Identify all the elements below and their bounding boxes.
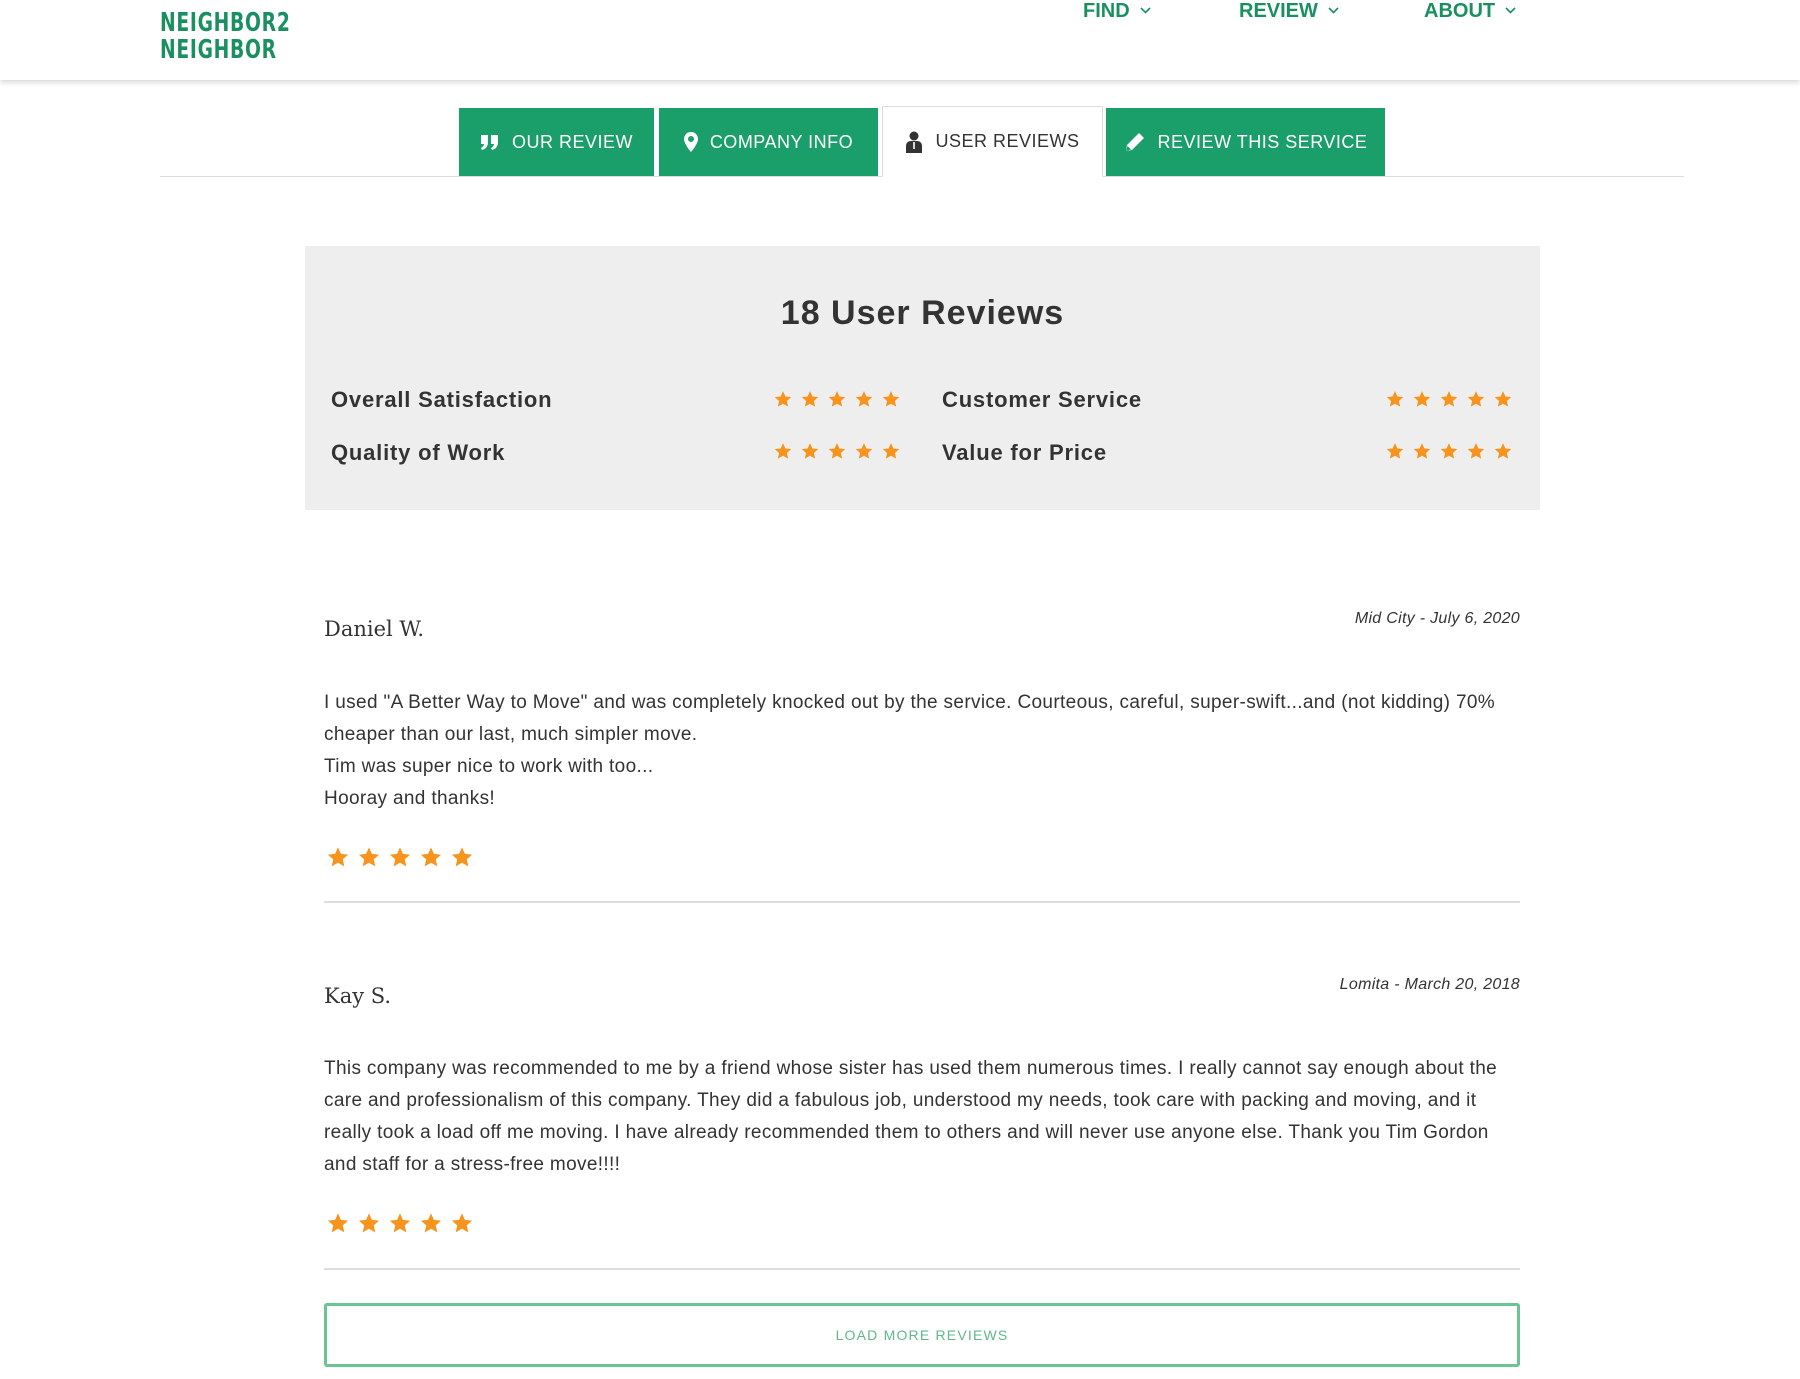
chevron-down-icon [1328, 3, 1339, 17]
review-text-line: This company was recommended to me by a … [324, 1058, 1498, 1175]
map-pin-icon [683, 132, 698, 152]
star-icon [828, 443, 846, 459]
star-icon [389, 847, 411, 867]
star-icon [882, 443, 900, 459]
star-icon [1413, 391, 1431, 407]
star-icon [327, 1213, 349, 1233]
nav-about[interactable]: ABOUT [1424, 0, 1516, 23]
star-icon [1386, 391, 1404, 407]
review-location-date: Mid City - July 6, 2020 [1354, 610, 1520, 627]
star-icon [774, 443, 792, 459]
star-icon [1494, 443, 1512, 459]
rating-label-quality-of-work: Quality of Work [331, 440, 506, 465]
rating-label-customer-service: Customer Service [942, 387, 1142, 412]
review-location-date: Lomita - March 20, 2018 [1339, 976, 1520, 993]
reviewer-name: Kay S. [324, 984, 392, 1008]
nav-find-label: FIND [1083, 0, 1130, 22]
star-icon [420, 847, 442, 867]
rating-stars-quality-of-work [774, 442, 900, 460]
load-more-reviews-button[interactable]: LOAD MORE REVIEWS [324, 1303, 1520, 1367]
star-icon [389, 1213, 411, 1233]
star-icon [774, 391, 792, 407]
nav-review[interactable]: REVIEW [1239, 0, 1339, 23]
star-icon [855, 443, 873, 459]
chevron-down-icon [1140, 3, 1151, 17]
review-text-line: Tim was super nice to work with too... [324, 756, 654, 777]
review-stars [327, 1212, 473, 1234]
star-icon [1467, 391, 1485, 407]
chevron-down-icon [1505, 3, 1516, 17]
pencil-icon [1124, 131, 1146, 153]
tab-user-reviews[interactable]: USER REVIEWS [882, 106, 1103, 177]
star-icon [801, 391, 819, 407]
review-stars [327, 846, 473, 868]
user-icon [905, 131, 923, 153]
star-icon [855, 391, 873, 407]
star-icon [1440, 443, 1458, 459]
tab-review-this-service-label: REVIEW THIS SERVICE [1157, 131, 1368, 152]
tab-user-reviews-label: USER REVIEWS [935, 131, 1080, 151]
star-icon [1494, 391, 1512, 407]
star-icon [1413, 443, 1431, 459]
review-text-line: Hooray and thanks! [324, 788, 496, 809]
review-divider [324, 1268, 1520, 1270]
site-header: NEIGHBOR2 NEIGHBOR FIND REVIEW ABOUT [0, 0, 1800, 80]
tab-company-info-label: COMPANY INFO [709, 131, 854, 152]
tab-our-review[interactable]: OUR REVIEW [459, 108, 654, 176]
ratings-summary: 18 User Reviews Overall Satisfaction Cus… [305, 246, 1540, 510]
reviews-count-title: 18 User Reviews [780, 294, 1065, 332]
star-icon [828, 391, 846, 407]
star-icon [1386, 443, 1404, 459]
star-icon [451, 847, 473, 867]
logo-superscript: 2 [276, 8, 291, 38]
review-divider [324, 901, 1520, 903]
star-icon [327, 847, 349, 867]
rating-label-value-for-price: Value for Price [942, 440, 1107, 465]
review-text: This company was recommended to me by a … [324, 1053, 1524, 1181]
reviewer-name: Daniel W. [324, 617, 425, 641]
star-icon [1440, 391, 1458, 407]
star-icon [358, 847, 380, 867]
review-text-line: I used "A Better Way to Move" and was co… [324, 692, 1496, 745]
tab-company-info[interactable]: COMPANY INFO [659, 108, 878, 176]
logo-text-line1: NEIGHBOR [160, 8, 277, 38]
rating-label-overall-satisfaction: Overall Satisfaction [331, 387, 553, 412]
star-icon [420, 1213, 442, 1233]
rating-stars-customer-service [1386, 390, 1512, 408]
rating-stars-overall-satisfaction [774, 390, 900, 408]
logo-text-line2: NEIGHBOR [160, 35, 277, 65]
star-icon [882, 391, 900, 407]
nav-about-label: ABOUT [1424, 0, 1496, 22]
star-icon [358, 1213, 380, 1233]
star-icon [451, 1213, 473, 1233]
tab-our-review-label: OUR REVIEW [511, 131, 633, 152]
nav-find[interactable]: FIND [1083, 0, 1151, 23]
rating-stars-value-for-price [1386, 442, 1512, 460]
site-logo[interactable]: NEIGHBOR2 NEIGHBOR [160, 10, 290, 66]
review-text: I used "A Better Way to Move" and was co… [324, 687, 1524, 815]
star-icon [801, 443, 819, 459]
star-icon [1467, 443, 1485, 459]
quote-icon [480, 134, 500, 151]
nav-review-label: REVIEW [1239, 0, 1318, 22]
tab-review-this-service[interactable]: REVIEW THIS SERVICE [1106, 108, 1385, 176]
